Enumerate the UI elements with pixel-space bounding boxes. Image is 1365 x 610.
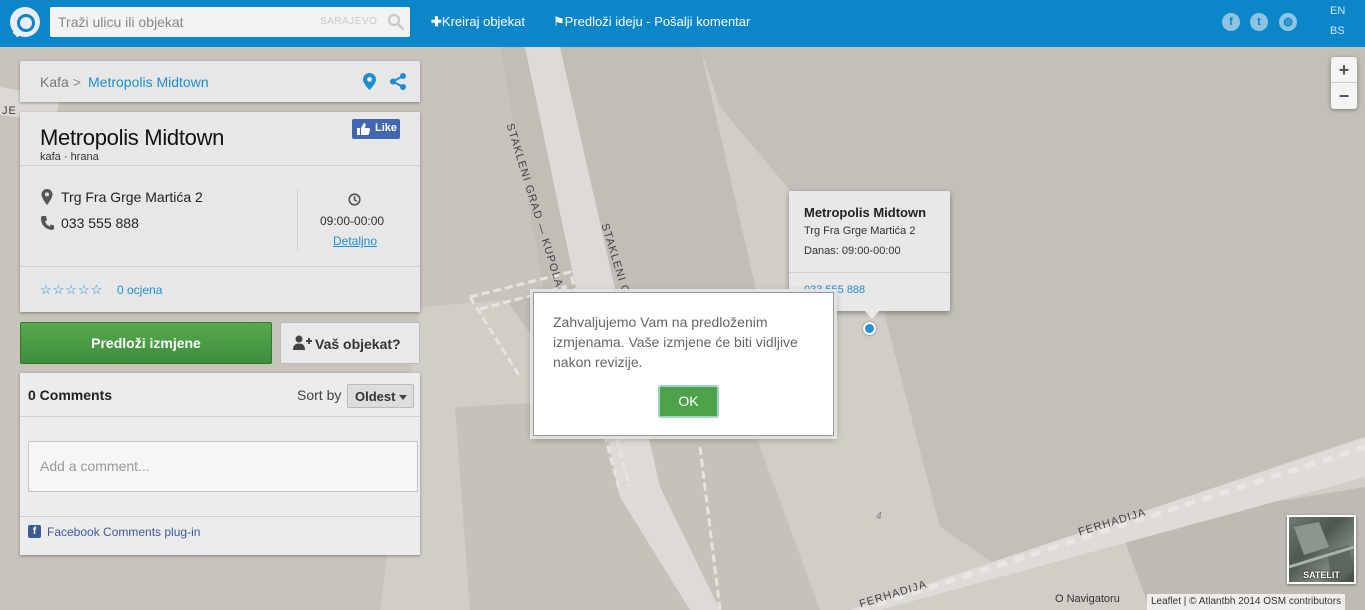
navigator-link[interactable]: O Navigatoru — [1055, 593, 1120, 605]
comments-count: 0 Comments — [28, 387, 113, 403]
divider — [789, 272, 950, 273]
flag-icon: ⚑ — [553, 14, 565, 29]
place-info-card: Metropolis Midtown kafa · hrana Like Trg… — [20, 112, 420, 312]
place-title: Metropolis Midtown — [40, 125, 225, 150]
phone-text: 033 555 888 — [61, 215, 139, 231]
popup-tip — [864, 310, 880, 319]
thumbs-up-icon — [357, 123, 370, 135]
suggest-idea-link[interactable]: ⚑Predloži ideju - Pošalji komentar — [553, 14, 750, 30]
breadcrumb-separator: Kafa > — [72, 74, 81, 90]
create-object-link[interactable]: ✚Kreiraj objekat — [431, 14, 525, 30]
suggest-idea-label: Predloži ideju - Pošalji komentar — [564, 14, 751, 29]
confirmation-dialog: Zahvaljujemo Vam na predloženim izmjenam… — [533, 292, 834, 436]
search-box: SARAJEVO — [50, 7, 410, 37]
zoom-out-button[interactable]: − — [1331, 83, 1357, 109]
address-text: Trg Fra Grge Martića 2 — [61, 189, 203, 205]
lang-en[interactable]: EN — [1330, 5, 1345, 17]
building-number: 4 — [876, 511, 882, 522]
details-link[interactable]: Detaljno — [333, 234, 377, 248]
globe-icon[interactable]: ◍ — [1279, 13, 1297, 31]
popup-address: Trg Fra Grge Martića 2 — [804, 225, 916, 237]
popup-title: Metropolis Midtown — [804, 205, 927, 220]
divider — [20, 266, 420, 267]
suggest-changes-button[interactable]: Predloži izmjene — [20, 322, 272, 364]
satellite-toggle[interactable]: SATELIT — [1287, 515, 1356, 584]
claim-object-button[interactable]: Vaš objekat? — [280, 322, 420, 364]
breadcrumb-current: Metropolis Midtown — [88, 74, 209, 90]
create-object-label: Kreiraj objekat — [441, 14, 526, 29]
sort-value: Oldest — [355, 389, 396, 404]
divider-vertical — [297, 190, 298, 250]
like-label: Like — [375, 122, 398, 134]
sort-by-label: Sort by — [297, 387, 342, 403]
ok-button[interactable]: OK — [658, 385, 719, 418]
top-navigation-bar: SARAJEVO ✚Kreiraj objekat ⚑Predloži idej… — [0, 0, 1365, 47]
breadcrumb: Kafa Kafa > Metropolis Midtown — [20, 61, 420, 102]
map-attribution[interactable]: Leaflet | © Atlantbh 2014 OSM contributo… — [1147, 594, 1346, 610]
opening-hours: 09:00-00:00 — [320, 214, 385, 228]
facebook-icon[interactable]: f — [1222, 13, 1240, 31]
caret-down-icon — [399, 395, 407, 400]
sort-dropdown[interactable]: Oldest — [347, 384, 414, 408]
rating-count[interactable]: 0 ocjena — [117, 283, 162, 297]
clock-icon — [348, 193, 361, 206]
street-label: JE — [2, 105, 17, 117]
map-marker-icon — [41, 189, 53, 205]
dialog-message: Zahvaljujemo Vam na predloženim izmjenam… — [553, 314, 798, 370]
phone-icon — [41, 216, 54, 230]
plugin-label: Facebook Comments plug-in — [47, 525, 201, 539]
comment-input[interactable] — [28, 441, 418, 492]
popup-hours: Danas: 09:00-00:00 — [804, 245, 901, 257]
location-marker[interactable] — [863, 322, 876, 335]
search-input[interactable] — [50, 7, 310, 37]
divider — [20, 165, 420, 166]
logo-icon[interactable] — [10, 7, 40, 37]
add-user-icon — [293, 335, 312, 350]
rating-stars[interactable]: ☆☆☆☆☆ — [40, 282, 103, 298]
search-city-label: SARAJEVO — [320, 16, 378, 27]
divider — [20, 416, 420, 417]
twitter-icon[interactable]: t — [1250, 13, 1268, 31]
zoom-in-button[interactable]: + — [1331, 57, 1357, 83]
facebook-like-button[interactable]: Like — [352, 119, 400, 139]
location-pin-icon[interactable] — [363, 73, 376, 90]
zoom-control: + − — [1331, 57, 1357, 109]
place-tags: kafa · hrana — [40, 151, 99, 163]
divider — [20, 516, 420, 517]
claim-object-label: Vaš objekat? — [315, 336, 401, 352]
plus-icon: ✚ — [431, 14, 442, 29]
comments-panel: 0 Comments Sort by Oldest f Facebook Com… — [20, 373, 420, 555]
search-icon[interactable] — [387, 13, 405, 31]
share-icon[interactable] — [389, 73, 407, 90]
lang-bs[interactable]: BS — [1330, 25, 1345, 37]
facebook-icon: f — [28, 525, 41, 538]
satellite-label: SATELIT — [1303, 570, 1340, 580]
